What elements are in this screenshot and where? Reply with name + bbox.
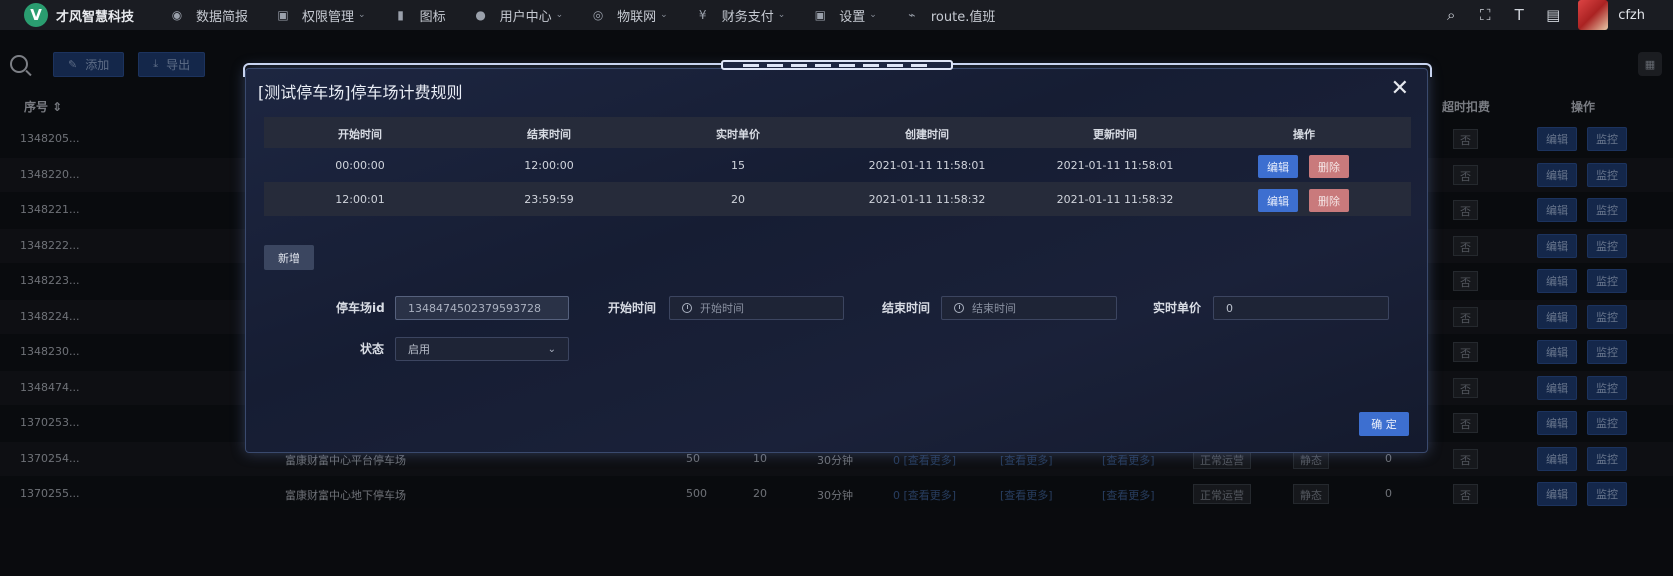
iot-icon: ◎ — [592, 8, 604, 22]
rules-column-header: 开始时间 — [338, 128, 382, 141]
delete-rule-button[interactable]: 删除 — [1309, 189, 1349, 212]
nav-item-label: 设置 — [839, 9, 866, 25]
chevron-down-icon: ⌄ — [547, 343, 556, 355]
search-icon[interactable]: ⌕ — [1442, 6, 1460, 24]
dashboard-icon: ◉ — [171, 8, 183, 22]
nav-item-6[interactable]: ▣ 设置 ⌄ — [813, 6, 877, 25]
end-time-placeholder: 结束时间 — [972, 302, 1016, 315]
rule-cell: 00:00:00 — [335, 159, 385, 172]
clock-icon — [682, 303, 692, 313]
chevron-down-icon: ⌄ — [555, 10, 564, 20]
close-icon[interactable]: ✕ — [1391, 78, 1409, 100]
rule-cell: 23:59:59 — [524, 193, 574, 206]
delete-rule-button[interactable]: 删除 — [1309, 155, 1349, 178]
nav-item-label: 图标 — [419, 9, 446, 25]
info-icon: ▮ — [397, 8, 404, 22]
fullscreen-icon[interactable]: ⛶ — [1476, 6, 1494, 24]
rules-table-header: 开始时间 结束时间 实时单价 创建时间 更新时间 操作 — [264, 117, 1411, 148]
clock-icon — [954, 303, 964, 313]
yen-icon: ¥ — [698, 8, 707, 22]
rule-cell: 20 — [731, 193, 745, 206]
rule-cell: 12:00:01 — [335, 193, 385, 206]
status-select[interactable]: 启用 ⌄ — [395, 337, 569, 361]
billing-rules-dialog: [测试停车场]停车场计费规则 ✕ 开始时间 结束时间 实时单价 创建时间 更新时间 操作 … — [243, 60, 1432, 453]
username[interactable]: cfzh — [1618, 8, 1645, 23]
rules-column-header: 操作 — [1293, 128, 1315, 141]
lot-id-value: 1348474502379593728 — [408, 301, 541, 315]
rules-column-header: 更新时间 — [1093, 128, 1137, 141]
chevron-down-icon: ⌄ — [777, 10, 786, 20]
rule-row: 00:00:00 12:00:00 15 2021-01-11 11:58:01 202… — [264, 148, 1411, 182]
rules-table-body: 00:00:00 12:00:00 15 2021-01-11 11:58:01 202… — [264, 148, 1411, 216]
nav-item-7[interactable]: ⌁ route.值班 — [905, 6, 995, 25]
chevron-down-icon: ⌄ — [358, 10, 366, 20]
nav-item-label: 财务支付 — [721, 9, 774, 25]
nav-item-label: 用户中心 — [499, 9, 552, 25]
rule-cell: 2021-01-11 11:58:01 — [1056, 159, 1174, 172]
app-logo[interactable]: V 才风智慧科技 — [0, 3, 170, 27]
rule-cell: 2021-01-11 11:58:32 — [1056, 193, 1174, 206]
nav-item-3[interactable]: ● 用户中心 ⌄ — [474, 6, 564, 25]
font-size-icon[interactable]: T — [1510, 6, 1528, 24]
nav-item-label: 权限管理 — [302, 9, 355, 25]
lot-id-field[interactable]: 1348474502379593728 — [395, 296, 569, 320]
main-nav: ◉ 数据简报 ▣ 权限管理 ⌄ ▮ 图标 ● 用户中心 ⌄ ◎ 物联网 ⌄ ¥ 财务支付 ⌄ ▣ 设置 ⌄ ⌁ rout… — [170, 0, 1023, 30]
end-time-picker[interactable]: 结束时间 — [941, 296, 1117, 320]
status-value: 启用 — [408, 343, 430, 356]
lot-id-label: 停车场id — [336, 301, 385, 315]
price-field[interactable]: 0 — [1213, 296, 1389, 320]
route-icon: ⌁ — [908, 8, 916, 22]
app-name: 才风智慧科技 — [56, 9, 135, 25]
dialog-title: [测试停车场]停车场计费规则 — [258, 83, 463, 102]
rule-cell: 15 — [731, 159, 745, 172]
nav-item-1[interactable]: ▣ 权限管理 ⌄ — [276, 6, 366, 25]
end-time-label: 结束时间 — [882, 301, 931, 315]
nav-item-4[interactable]: ◎ 物联网 ⌄ — [591, 6, 668, 25]
status-label: 状态 — [360, 342, 385, 356]
nav-item-5[interactable]: ¥ 财务支付 ⌄ — [696, 6, 786, 25]
add-rule-button[interactable]: 新增 — [264, 245, 314, 270]
edit-rule-button[interactable]: 编辑 — [1258, 189, 1298, 212]
nav-item-0[interactable]: ◉ 数据简报 — [170, 6, 248, 25]
top-right-tools: ⌕ ⛶ T ▤ cfzh — [1442, 0, 1673, 30]
start-time-picker[interactable]: 开始时间 — [669, 296, 844, 320]
avatar[interactable] — [1578, 0, 1609, 30]
dialog-frame-ornament — [721, 60, 953, 70]
nav-item-2[interactable]: ▮ 图标 — [394, 6, 446, 25]
confirm-button[interactable]: 确 定 — [1359, 412, 1409, 436]
rules-column-header: 创建时间 — [905, 128, 949, 141]
rules-column-header: 结束时间 — [527, 128, 571, 141]
nav-item-label: 物联网 — [617, 9, 657, 25]
edit-rule-button[interactable]: 编辑 — [1258, 155, 1298, 178]
nav-item-label: route.值班 — [930, 9, 996, 25]
start-time-label: 开始时间 — [608, 301, 657, 315]
lock-icon: ▣ — [277, 8, 289, 22]
rule-cell: 2021-01-11 11:58:01 — [868, 159, 986, 172]
nav-item-label: 数据简报 — [196, 9, 249, 25]
price-value: 0 — [1226, 301, 1233, 315]
price-label: 实时单价 — [1153, 301, 1202, 315]
lock-icon: ▣ — [814, 8, 826, 22]
chevron-down-icon: ⌄ — [869, 10, 877, 20]
logo-icon: V — [24, 3, 48, 27]
start-time-placeholder: 开始时间 — [700, 302, 744, 315]
top-navbar: V 才风智慧科技 ◉ 数据简报 ▣ 权限管理 ⌄ ▮ 图标 ● 用户中心 ⌄ ◎ 物联网 ⌄ ¥ 财务支付 ⌄… — [0, 0, 1673, 30]
translate-icon[interactable]: ▤ — [1544, 6, 1562, 24]
rules-column-header: 实时单价 — [716, 128, 760, 141]
rule-cell: 2021-01-11 11:58:32 — [868, 193, 986, 206]
users-icon: ● — [475, 8, 486, 22]
chevron-down-icon: ⌄ — [660, 10, 668, 20]
rule-cell: 12:00:00 — [524, 159, 574, 172]
rules-table: 开始时间 结束时间 实时单价 创建时间 更新时间 操作 00:00:00 12:00:00 1… — [264, 117, 1411, 216]
rule-row: 12:00:01 23:59:59 20 2021-01-11 11:58:32 202… — [264, 182, 1411, 216]
